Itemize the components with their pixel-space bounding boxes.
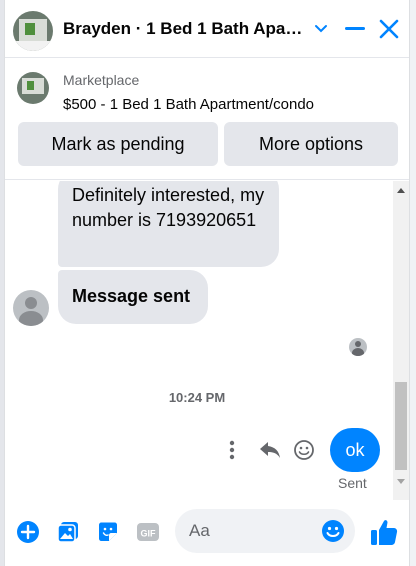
timestamp: 10:24 PM — [168, 390, 226, 405]
listing-thumbnail[interactable] — [17, 72, 49, 104]
my-message-bubble[interactable]: ok — [330, 428, 380, 472]
gif-icon[interactable]: GIF — [135, 519, 161, 545]
scrollbar[interactable] — [393, 181, 409, 500]
listing-avatar[interactable] — [13, 11, 53, 51]
chat-title[interactable]: Brayden · 1 Bed 1 Bath Apartment/condo — [63, 19, 307, 39]
scroll-down-icon[interactable] — [397, 479, 405, 484]
close-icon[interactable] — [375, 15, 403, 43]
svg-text:GIF: GIF — [141, 529, 157, 539]
minimize-icon[interactable] — [341, 15, 369, 43]
scrollbar-thumb[interactable] — [395, 382, 407, 470]
message-input-box[interactable] — [175, 509, 355, 553]
message-bubble[interactable]: Definitely interested, my number is 7193… — [58, 181, 279, 267]
sticker-icon[interactable] — [95, 519, 121, 545]
plus-icon[interactable] — [15, 519, 41, 545]
marketplace-label: Marketplace — [63, 72, 140, 88]
mark-as-pending-button[interactable]: Mark as pending — [18, 122, 218, 166]
message-input[interactable] — [189, 519, 309, 543]
photo-icon[interactable] — [55, 519, 81, 545]
message-list: Definitely interested, my number is 7193… — [5, 181, 409, 500]
composer: GIF — [5, 500, 409, 566]
message-bubble[interactable]: Message sent — [58, 270, 208, 324]
emoji-icon[interactable] — [321, 519, 345, 543]
chat-window: Brayden · 1 Bed 1 Bath Apartment/condo M… — [4, 0, 410, 566]
more-actions-icon[interactable] — [229, 439, 235, 461]
more-options-button[interactable]: More options — [224, 122, 398, 166]
scroll-up-icon[interactable] — [397, 188, 405, 193]
chevron-down-icon[interactable] — [307, 15, 335, 43]
like-icon[interactable] — [369, 517, 399, 547]
sender-avatar[interactable] — [13, 290, 49, 326]
seen-indicator-icon — [349, 338, 367, 356]
chat-header[interactable]: Brayden · 1 Bed 1 Bath Apartment/condo — [5, 0, 409, 58]
listing-description[interactable]: $500 - 1 Bed 1 Bath Apartment/condo — [63, 96, 314, 113]
reply-icon[interactable] — [259, 439, 281, 461]
react-emoji-icon[interactable] — [293, 439, 315, 461]
sent-status: Sent — [338, 475, 367, 491]
marketplace-card: Marketplace $500 - 1 Bed 1 Bath Apartmen… — [5, 58, 409, 180]
